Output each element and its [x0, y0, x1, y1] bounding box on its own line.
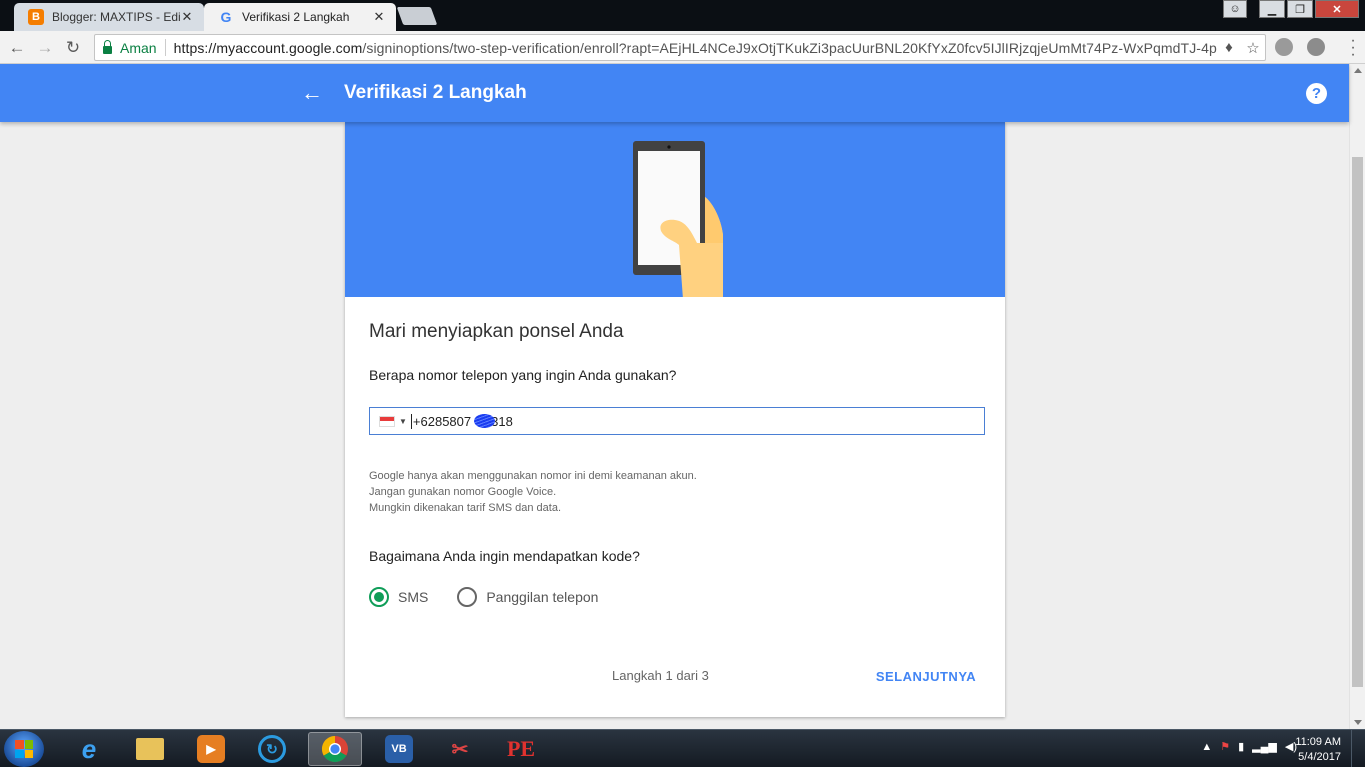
sms-radio[interactable] — [369, 587, 389, 607]
browser-toolbar: ← → ↻ Aman https://myaccount.google.com/… — [0, 31, 1365, 64]
vb-icon[interactable]: VB — [372, 732, 426, 766]
lock-icon — [103, 39, 112, 54]
close-icon[interactable]: ✕ — [180, 9, 194, 25]
setup-card: Mari menyiapkan ponsel Anda Berapa nomor… — [345, 122, 1005, 717]
clock[interactable]: 11:09 AM 5/4/2017 — [1295, 735, 1341, 765]
extension-icon[interactable] — [1275, 38, 1293, 56]
system-tray: ▲ ⚑ ▮ ▂▄▆ ◀) — [1201, 740, 1297, 754]
phone-number-input[interactable]: ▼ +6285807 318 — [369, 407, 985, 435]
clock-date: 5/4/2017 — [1298, 751, 1341, 763]
tab-verifikasi[interactable]: G Verifikasi 2 Langkah ✕ — [204, 3, 396, 31]
phone-call-radio[interactable] — [457, 587, 478, 607]
next-button[interactable]: SELANJUTNYA — [871, 660, 981, 692]
card-heading: Mari menyiapkan ponsel Anda — [369, 321, 624, 342]
internet-explorer-icon[interactable]: e — [62, 732, 116, 766]
page-viewport: ← Verifikasi 2 Langkah ? Mari menyiapkan… — [0, 64, 1365, 729]
taskbar: e ▶ ↻ VB ✂ PE ▲ ⚑ ▮ ▂▄▆ ◀) 11:09 AM 5/4/… — [0, 729, 1365, 767]
tab-strip: B Blogger: MAXTIPS - Edit ✕ G Verifikasi… — [0, 0, 1365, 31]
reload-icon[interactable]: ↻ — [61, 36, 85, 60]
action-center-icon[interactable]: ⚑ — [1220, 740, 1230, 753]
close-icon[interactable]: ✕ — [372, 9, 386, 25]
tab-title: Verifikasi 2 Langkah — [242, 10, 350, 24]
tab-blogger[interactable]: B Blogger: MAXTIPS - Edit ✕ — [14, 3, 204, 31]
extension-icon[interactable] — [1307, 38, 1325, 56]
page-title: Verifikasi 2 Langkah — [344, 82, 527, 103]
secure-label: Aman — [120, 39, 157, 56]
sms-label[interactable]: SMS — [398, 589, 428, 605]
key-icon[interactable]: ♦ — [1217, 39, 1241, 56]
show-hidden-icons-icon[interactable]: ▲ — [1201, 741, 1212, 753]
new-tab-button[interactable] — [396, 7, 438, 25]
phone-in-hand-illustration — [633, 141, 723, 297]
step-indicator: Langkah 1 dari 3 — [612, 668, 709, 683]
phone-hint: Google hanya akan menggunakan nomor ini … — [369, 468, 697, 516]
refresh-app-icon[interactable]: ↻ — [245, 732, 299, 766]
media-player-icon[interactable]: ▶ — [184, 732, 238, 766]
menu-icon[interactable]: · · · — [1347, 33, 1359, 63]
file-explorer-icon[interactable] — [123, 732, 177, 766]
maximize-button[interactable]: ❐ — [1287, 0, 1313, 18]
window-controls: ☺ ▁ ❐ ✕ — [1221, 0, 1359, 18]
page-scrollbar[interactable] — [1349, 64, 1365, 729]
help-icon[interactable]: ? — [1306, 83, 1327, 104]
address-bar[interactable]: Aman https://myaccount.google.com/signin… — [94, 34, 1266, 61]
phone-number-prefix: +6285807 — [412, 413, 472, 429]
indonesia-flag-icon[interactable] — [379, 415, 395, 427]
scroll-thumb[interactable] — [1352, 157, 1363, 687]
scroll-up-icon[interactable] — [1354, 68, 1362, 73]
hint-line: Jangan gunakan nomor Google Voice. — [369, 486, 557, 498]
divider — [164, 39, 166, 56]
url-host: https://myaccount.google.com — [173, 39, 363, 56]
chrome-icon[interactable] — [308, 732, 362, 766]
power-icon[interactable]: ▮ — [1238, 740, 1244, 753]
url-path: /signinoptions/two-step-verification/enr… — [362, 39, 1217, 56]
scroll-down-icon[interactable] — [1354, 720, 1362, 725]
chrome-logo — [321, 735, 348, 763]
star-icon[interactable]: ☆ — [1241, 39, 1265, 57]
clock-time: 11:09 AM — [1295, 736, 1341, 748]
redaction-scribble — [473, 413, 495, 428]
blogger-icon: B — [28, 9, 44, 25]
show-desktop-button[interactable] — [1351, 730, 1365, 767]
code-method-options: SMS Panggilan telepon — [369, 587, 627, 607]
back-arrow-icon[interactable]: ← — [5, 36, 29, 60]
windows-logo-icon — [15, 740, 33, 758]
country-dropdown-caret-icon[interactable]: ▼ — [399, 417, 407, 426]
phone-call-label[interactable]: Panggilan telepon — [486, 589, 598, 605]
window-close-button[interactable]: ✕ — [1315, 0, 1359, 18]
start-button[interactable] — [4, 731, 44, 767]
code-method-question: Bagaimana Anda ingin mendapatkan kode? — [369, 548, 640, 564]
back-arrow-icon[interactable]: ← — [300, 81, 324, 105]
app-bar: ← Verifikasi 2 Langkah ? — [0, 64, 1349, 122]
tab-title: Blogger: MAXTIPS - Edit — [52, 10, 180, 24]
url-text[interactable]: https://myaccount.google.com/signinoptio… — [174, 40, 1217, 56]
hero-banner — [345, 122, 1005, 297]
hint-line: Google hanya akan menggunakan nomor ini … — [369, 470, 697, 482]
phone-number-value: +6285807 318 — [410, 413, 513, 429]
hint-line: Mungkin dikenakan tarif SMS dan data. — [369, 502, 562, 514]
phone-question: Berapa nomor telepon yang ingin Anda gun… — [369, 367, 677, 383]
minimize-button[interactable]: ▁ — [1259, 0, 1285, 18]
network-icon[interactable]: ▂▄▆ — [1252, 740, 1277, 753]
google-icon: G — [220, 9, 232, 25]
pe-icon[interactable]: PE — [494, 732, 548, 766]
user-icon[interactable]: ☺ — [1223, 0, 1247, 18]
forward-arrow-icon[interactable]: → — [33, 36, 57, 60]
snipping-icon[interactable]: ✂ — [433, 732, 487, 766]
